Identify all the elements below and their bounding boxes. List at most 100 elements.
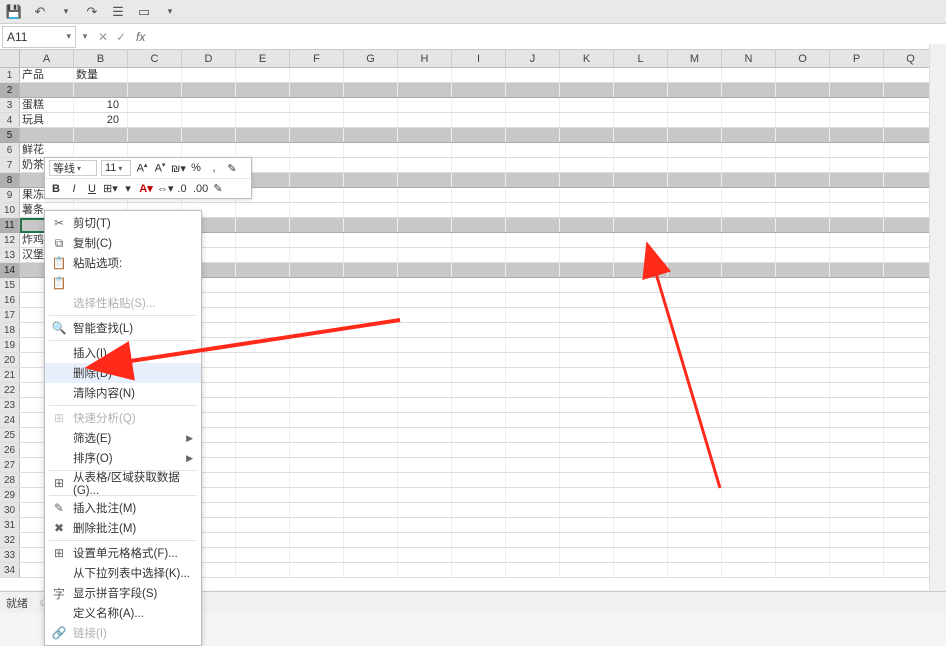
cell[interactable] — [614, 548, 668, 562]
cell[interactable] — [722, 203, 776, 217]
row-header[interactable]: 3 — [0, 98, 20, 112]
paste-options-icons[interactable]: 📋 — [45, 273, 201, 293]
cell[interactable] — [290, 113, 344, 127]
cell[interactable] — [776, 473, 830, 487]
cell[interactable] — [236, 413, 290, 427]
cell[interactable] — [506, 143, 560, 157]
cell[interactable] — [830, 113, 884, 127]
cell[interactable] — [506, 218, 560, 232]
row-header[interactable]: 8 — [0, 173, 20, 187]
cell[interactable] — [830, 443, 884, 457]
cell[interactable] — [560, 233, 614, 247]
cell[interactable] — [344, 143, 398, 157]
row-header[interactable]: 30 — [0, 503, 20, 517]
cell[interactable] — [452, 503, 506, 517]
cell[interactable] — [830, 548, 884, 562]
table-row[interactable]: 6鲜花 — [0, 143, 946, 158]
cell[interactable] — [560, 353, 614, 367]
cell[interactable] — [290, 413, 344, 427]
font-color-icon[interactable]: A▾ — [139, 182, 153, 195]
cell[interactable] — [398, 233, 452, 247]
cell[interactable] — [722, 143, 776, 157]
row-header[interactable]: 24 — [0, 413, 20, 427]
column-header[interactable]: F — [290, 50, 344, 67]
cell[interactable] — [398, 308, 452, 322]
cell[interactable] — [344, 488, 398, 502]
cell[interactable] — [722, 218, 776, 232]
cell[interactable] — [236, 263, 290, 277]
cell[interactable] — [452, 203, 506, 217]
cell[interactable] — [560, 533, 614, 547]
cell[interactable] — [560, 308, 614, 322]
cell[interactable] — [452, 518, 506, 532]
chevron-down-icon[interactable]: ▾ — [77, 164, 81, 173]
cell[interactable] — [344, 308, 398, 322]
cell[interactable] — [506, 68, 560, 82]
cell[interactable] — [560, 458, 614, 472]
cell[interactable] — [290, 383, 344, 397]
format-painter-icon[interactable]: ✎ — [225, 162, 239, 175]
cell[interactable] — [722, 113, 776, 127]
cell[interactable] — [614, 128, 668, 142]
cell[interactable] — [74, 143, 128, 157]
menu-item[interactable]: ⧉复制(C) — [45, 233, 201, 253]
cell[interactable] — [830, 518, 884, 532]
row-header[interactable]: 17 — [0, 308, 20, 322]
cell[interactable]: 鲜花 — [20, 143, 74, 157]
cell[interactable] — [236, 68, 290, 82]
cell[interactable] — [560, 548, 614, 562]
cell[interactable]: 产品 — [20, 68, 74, 82]
row-header[interactable]: 27 — [0, 458, 20, 472]
cell[interactable] — [830, 293, 884, 307]
cell[interactable] — [776, 368, 830, 382]
paste-icon[interactable]: 📋 — [51, 276, 67, 290]
cell[interactable] — [182, 128, 236, 142]
cell[interactable] — [344, 188, 398, 202]
cell[interactable] — [506, 188, 560, 202]
cell[interactable] — [668, 113, 722, 127]
cell[interactable] — [560, 173, 614, 187]
cell[interactable] — [344, 428, 398, 442]
cell[interactable] — [506, 158, 560, 172]
cell[interactable] — [344, 248, 398, 262]
cell[interactable] — [398, 488, 452, 502]
cell[interactable] — [776, 503, 830, 517]
cell[interactable] — [290, 188, 344, 202]
fill-color-icon[interactable]: ▾ — [121, 182, 135, 195]
cell[interactable] — [398, 113, 452, 127]
cell[interactable] — [668, 218, 722, 232]
cell[interactable] — [236, 398, 290, 412]
cell[interactable] — [236, 353, 290, 367]
cell[interactable] — [398, 68, 452, 82]
cell[interactable] — [452, 488, 506, 502]
row-header[interactable]: 10 — [0, 203, 20, 217]
cell[interactable] — [668, 263, 722, 277]
cell[interactable] — [776, 353, 830, 367]
cell[interactable] — [614, 518, 668, 532]
cell[interactable] — [560, 383, 614, 397]
cell[interactable] — [830, 233, 884, 247]
cell[interactable] — [614, 218, 668, 232]
row-header[interactable]: 7 — [0, 158, 20, 172]
cell[interactable] — [560, 203, 614, 217]
cell[interactable] — [614, 308, 668, 322]
cell[interactable] — [668, 248, 722, 262]
row-header[interactable]: 22 — [0, 383, 20, 397]
cell[interactable] — [668, 548, 722, 562]
cell[interactable] — [560, 488, 614, 502]
cell[interactable] — [506, 488, 560, 502]
cell[interactable] — [344, 68, 398, 82]
cell[interactable] — [776, 98, 830, 112]
cell[interactable] — [776, 143, 830, 157]
cell[interactable] — [560, 278, 614, 292]
cell[interactable]: 20 — [74, 113, 128, 127]
cell[interactable] — [236, 293, 290, 307]
cell[interactable] — [506, 563, 560, 577]
row-header[interactable]: 21 — [0, 368, 20, 382]
cell[interactable] — [290, 158, 344, 172]
cell[interactable] — [722, 173, 776, 187]
cell[interactable] — [236, 383, 290, 397]
cell[interactable] — [506, 473, 560, 487]
cell[interactable] — [668, 128, 722, 142]
cell[interactable] — [344, 443, 398, 457]
